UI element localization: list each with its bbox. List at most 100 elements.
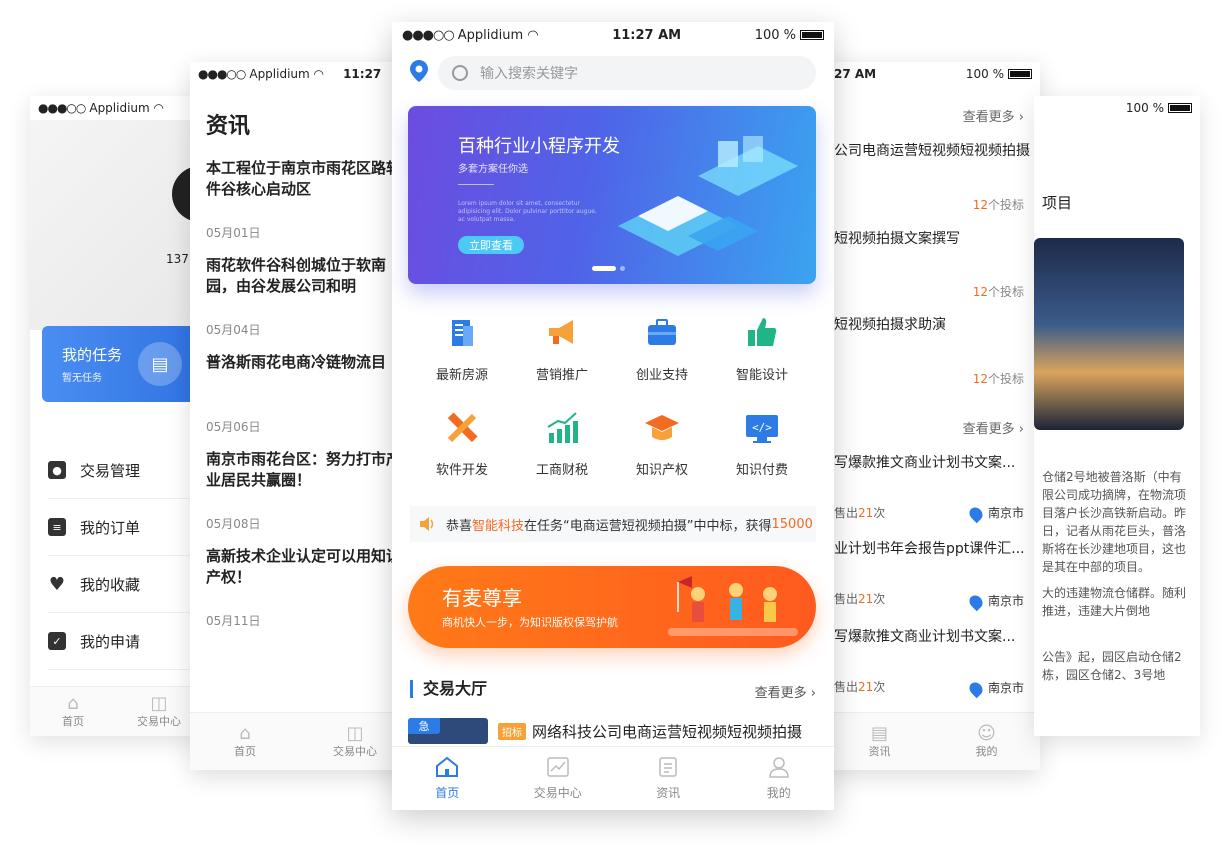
category-software-dev[interactable]: 软件开发 — [412, 409, 512, 478]
news-title: 雨花软件谷科创城位于软南园，由谷发展公司和明 — [206, 256, 387, 295]
search-input[interactable]: 输入搜索关键字 — [438, 56, 816, 90]
trend-icon — [547, 757, 569, 777]
news-list: 本工程位于南京市雨花区路软件谷核心启动区 05月01日 雨花软件谷科创城位于软南园… — [206, 158, 406, 643]
city-label: 南京市 — [987, 594, 1024, 608]
location-pin-icon — [966, 504, 986, 523]
tab-trade-center[interactable]: 交易中心 — [503, 747, 614, 810]
home-icon: ⌂ — [67, 692, 79, 714]
listing-thumbnail: 急 — [408, 718, 488, 744]
sold-suffix: 次 — [873, 592, 886, 606]
battery-icon — [1008, 69, 1032, 79]
category-paid-knowledge[interactable]: </> 知识付费 — [712, 409, 812, 478]
menu-label: 交易管理 — [80, 461, 141, 480]
task-title[interactable]: 短视频拍摄求助演 — [834, 314, 1030, 334]
signal-icon: ●●●○○ — [402, 27, 455, 43]
sold-number: 21 — [858, 592, 874, 606]
menu-label: 我的申请 — [80, 632, 141, 651]
svg-text:</>: </> — [752, 421, 772, 434]
tab-mine[interactable]: 我的 — [724, 747, 835, 810]
notice-amount: 15000 — [771, 516, 813, 532]
service-title[interactable]: 业计划书年会报告ppt课件汇... — [834, 538, 1030, 558]
task-title[interactable]: 公司电商运营短视频短视频拍摄 — [834, 140, 1030, 160]
location: 南京市 — [966, 504, 1024, 523]
tab-news[interactable]: 资讯 — [613, 747, 724, 810]
notice-company: 智能科技 — [472, 518, 525, 534]
category-smart-design[interactable]: 智能设计 — [712, 314, 812, 383]
category-latest-listings[interactable]: 最新房源 — [412, 314, 512, 383]
profile-header-bg — [30, 120, 202, 330]
urgent-badge: 急 — [408, 718, 440, 734]
task-title[interactable]: 短视频拍摄文案撰写 — [834, 228, 1030, 248]
location: 南京市 — [966, 592, 1024, 611]
status-time: 27 AM — [834, 67, 877, 81]
view-now-button[interactable]: 立即查看 — [458, 236, 524, 254]
menu-item-favorites[interactable]: ♥ 我的收藏 — [48, 556, 202, 613]
sold-number: 21 — [858, 680, 874, 694]
sold-suffix: 次 — [873, 680, 886, 694]
category-label: 最新房源 — [435, 368, 488, 383]
news-item[interactable]: 雨花软件谷科创城位于软南园，由谷发展公司和明 05月04日 — [206, 255, 406, 338]
menu-item-orders[interactable]: ≡ 我的订单 — [48, 499, 202, 556]
graduation-cap-icon — [645, 415, 679, 440]
menu-item-applications[interactable]: ✓ 我的申请 — [48, 613, 202, 670]
tab-home[interactable]: 首页 — [392, 747, 503, 810]
status-time: 11:27 AM — [612, 27, 682, 43]
menu-item-transaction[interactable]: ● 交易管理 — [48, 442, 202, 499]
status-bar: ●●●○○ Applidium ◠ 11:27 — [190, 62, 410, 86]
bid-count: 12个投标 — [973, 370, 1024, 387]
listing-item[interactable]: 急 招标 网络科技公司电商运营短视频短视频拍摄 — [408, 718, 818, 744]
phone-profile-screen: ●●●○○ Applidium ◠ 137 我的任务 暂无任务 ▤ ● 交易管理 ≡… — [30, 96, 202, 736]
search-icon — [452, 65, 468, 81]
home-icon: ⌂ — [239, 722, 251, 744]
see-more-link[interactable]: 查看更多 › — [755, 682, 816, 701]
briefcase-icon — [648, 319, 676, 345]
banner-subtitle: 多套方案任你选 — [458, 164, 528, 175]
tab-mine[interactable]: ☺ 我的 — [933, 713, 1040, 770]
tab-home[interactable]: ⌂ 首页 — [30, 687, 116, 736]
home-icon — [436, 756, 459, 777]
carousel-dot-active[interactable] — [592, 266, 616, 271]
service-title[interactable]: 写爆款推文商业计划书文案... — [834, 626, 1030, 646]
bid-number: 12 — [972, 285, 988, 299]
tab-news[interactable]: ▤ 资讯 — [826, 713, 933, 770]
location-pin-icon[interactable] — [410, 60, 428, 82]
category-label: 营销推广 — [535, 368, 588, 383]
news-item[interactable]: 高新技术企业认定可以用知识产权！ 05月11日 — [206, 546, 406, 629]
user-icon: ☺ — [977, 722, 996, 744]
status-time: 11:27 — [343, 67, 382, 81]
category-ip[interactable]: 知识产权 — [612, 409, 712, 478]
news-item[interactable]: 普洛斯雨花电商冷链物流目 05月06日 — [206, 352, 406, 435]
tender-tag: 招标 — [498, 722, 526, 740]
tab-bar: ⌂ 首页 ◫ 交易中心 — [30, 686, 202, 736]
category-label: 创业支持 — [635, 368, 688, 383]
battery-icon — [1168, 103, 1192, 113]
wifi-icon: ◠ — [523, 27, 539, 43]
news-date: 05月06日 — [206, 420, 261, 434]
news-item[interactable]: 南京市雨花台区：努力打市产业居民共赢圈！ 05月08日 — [206, 449, 406, 532]
promo-banner[interactable]: 百种行业小程序开发 多套方案任你选 Lorem ipsum dolor sit … — [408, 106, 816, 284]
see-more-label: 查看更多 — [962, 422, 1015, 437]
location-pin-icon — [966, 679, 986, 698]
category-business-tax[interactable]: 工商财税 — [512, 409, 612, 478]
news-item[interactable]: 本工程位于南京市雨花区路软件谷核心启动区 05月01日 — [206, 158, 406, 241]
category-startup-support[interactable]: 创业支持 — [612, 314, 712, 383]
service-title[interactable]: 写爆款推文商业计划书文案... — [834, 452, 1030, 472]
document-icon: ▤ — [870, 722, 888, 744]
menu-label: 我的收藏 — [80, 575, 141, 594]
see-more-link[interactable]: 查看更多 › — [963, 106, 1024, 125]
city-label: 南京市 — [987, 506, 1024, 520]
carousel-dot[interactable] — [620, 266, 625, 271]
tab-bar: 首页 交易中心 资讯 我的 — [392, 746, 834, 810]
winning-notice-ticker[interactable]: 恭喜 智能科技 在任务“电商运营短视频拍摄”中中标，获得 15000 — [410, 506, 816, 542]
tab-label: 资讯 — [656, 786, 681, 800]
banner-divider — [458, 184, 494, 185]
category-marketing[interactable]: 营销推广 — [512, 314, 612, 383]
vip-promo-banner[interactable]: 有麦尊享 商机快人一步，为知识版权保驾护航 — [408, 566, 816, 648]
tab-home[interactable]: ⌂ 首页 — [190, 713, 300, 770]
see-more-link[interactable]: 查看更多 › — [963, 418, 1024, 437]
sold-prefix: 售出 — [834, 506, 859, 520]
notice-prefix: 恭喜 — [446, 518, 473, 534]
my-task-card[interactable]: 我的任务 暂无任务 ▤ — [42, 326, 202, 402]
promo-title: 有麦尊享 — [442, 586, 522, 610]
sold-prefix: 售出 — [834, 592, 859, 606]
